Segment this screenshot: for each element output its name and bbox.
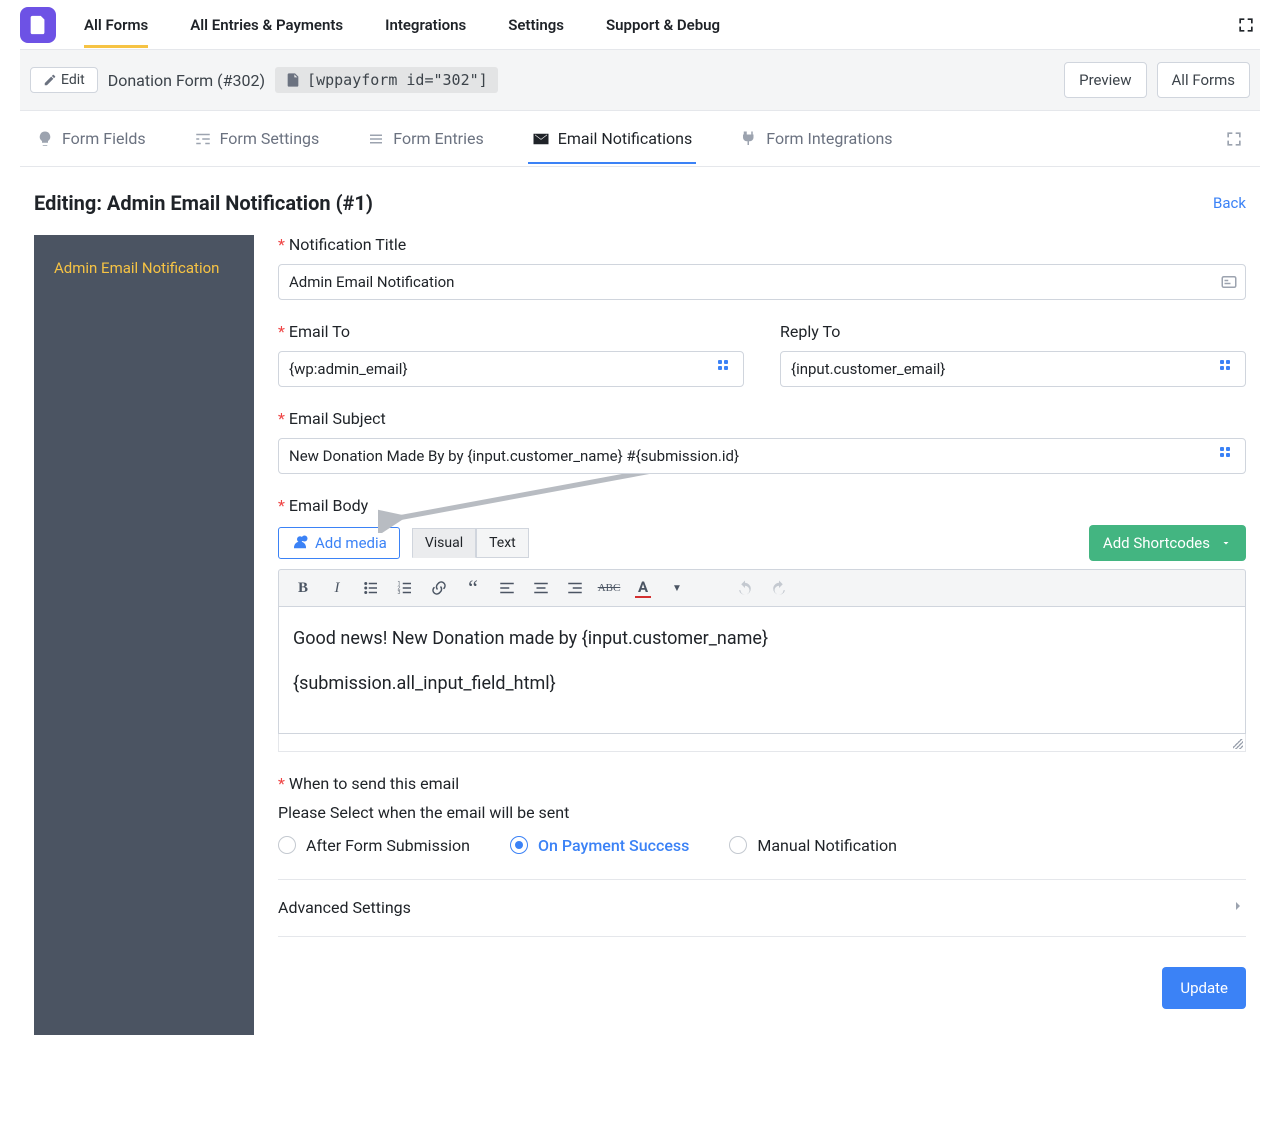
add-media-button[interactable]: Add media [278, 527, 400, 559]
align-right-button[interactable] [565, 578, 585, 598]
editor-resize-handle[interactable] [278, 734, 1246, 752]
top-tab-integrations[interactable]: Integrations [385, 2, 466, 48]
add-shortcodes-button[interactable]: Add Shortcodes [1089, 525, 1246, 561]
list-icon [367, 130, 385, 148]
editor-line: Good news! New Donation made by {input.c… [293, 625, 1231, 654]
radio-manual-notification[interactable]: Manual Notification [729, 836, 897, 855]
shortcode-text: [wppayform id="302"] [307, 71, 488, 89]
tab-label: Form Integrations [766, 129, 892, 148]
radio-label: On Payment Success [538, 836, 689, 855]
edit-button-label: Edit [61, 72, 85, 88]
label-email-body: Email Body [289, 496, 368, 515]
chevron-right-icon [1230, 898, 1246, 918]
link-button[interactable] [429, 578, 449, 598]
notifications-sidebar: Admin Email Notification [34, 235, 254, 1035]
when-helper-text: Please Select when the email will be sen… [278, 803, 1246, 822]
top-nav: All Forms All Entries & Payments Integra… [20, 0, 1260, 50]
tab-label: Form Fields [62, 129, 146, 148]
fullscreen-icon[interactable] [1224, 129, 1244, 149]
fullscreen-icon[interactable] [1236, 15, 1256, 35]
bold-button[interactable]: B [293, 578, 313, 598]
tab-form-integrations[interactable]: Form Integrations [736, 113, 896, 164]
media-icon [291, 534, 309, 552]
editor-tab-visual[interactable]: Visual [412, 528, 476, 558]
italic-button[interactable]: I [327, 578, 347, 598]
email-body-editor[interactable]: Good news! New Donation made by {input.c… [278, 607, 1246, 734]
radio-on-payment-success[interactable]: On Payment Success [510, 836, 689, 855]
label-when-to-send: When to send this email [289, 774, 459, 793]
app-logo [20, 7, 56, 43]
redo-button[interactable] [769, 578, 789, 598]
notification-form: *Notification Title *Email To [278, 235, 1246, 1035]
top-tab-all-forms[interactable]: All Forms [84, 2, 148, 48]
quote-button[interactable]: “ [463, 578, 483, 598]
add-shortcodes-label: Add Shortcodes [1103, 534, 1210, 552]
radio-label: Manual Notification [757, 836, 897, 855]
tab-form-settings[interactable]: Form Settings [190, 113, 324, 164]
document-icon [285, 72, 301, 88]
reply-to-input[interactable] [780, 351, 1246, 387]
sidebar-item-admin-email[interactable]: Admin Email Notification [34, 253, 254, 283]
shortcode-picker-icon[interactable] [1220, 447, 1238, 465]
tab-label: Form Settings [220, 129, 320, 148]
plug-icon [740, 130, 758, 148]
tab-label: Form Entries [393, 129, 483, 148]
editor-toolbar: B I 123 “ ABC A ▼ [278, 569, 1246, 607]
mail-icon [532, 130, 550, 148]
tab-label: Email Notifications [558, 129, 693, 148]
tab-form-entries[interactable]: Form Entries [363, 113, 487, 164]
advanced-settings-label: Advanced Settings [278, 898, 411, 917]
bullet-list-button[interactable] [361, 578, 381, 598]
lightbulb-icon [36, 130, 54, 148]
form-tabs: Form Fields Form Settings Form Entries E… [20, 111, 1260, 167]
all-forms-button[interactable]: All Forms [1157, 62, 1250, 98]
radio-label: After Form Submission [306, 836, 470, 855]
email-to-input[interactable] [278, 351, 744, 387]
align-left-button[interactable] [497, 578, 517, 598]
top-tab-entries-payments[interactable]: All Entries & Payments [190, 2, 343, 48]
svg-text:3: 3 [398, 590, 401, 596]
shortcode-chip[interactable]: [wppayform id="302"] [275, 67, 498, 93]
page-title: Editing: Admin Email Notification (#1) [34, 191, 373, 215]
label-email-to: Email To [289, 322, 350, 341]
notification-title-input[interactable] [278, 264, 1246, 300]
advanced-settings-toggle[interactable]: Advanced Settings [278, 879, 1246, 937]
top-tab-support-debug[interactable]: Support & Debug [606, 2, 720, 48]
text-color-dropdown[interactable]: ▼ [667, 578, 687, 598]
pencil-icon [43, 73, 57, 87]
shortcode-picker-icon[interactable] [718, 360, 736, 378]
align-center-button[interactable] [531, 578, 551, 598]
preview-button[interactable]: Preview [1064, 62, 1146, 98]
radio-after-submission[interactable]: After Form Submission [278, 836, 470, 855]
undo-button[interactable] [735, 578, 755, 598]
chevron-down-icon [1220, 537, 1232, 549]
back-link[interactable]: Back [1213, 194, 1246, 212]
label-email-subject: Email Subject [289, 409, 386, 428]
form-name-label: Donation Form (#302) [108, 71, 265, 90]
editor-line: {submission.all_input_field_html} [293, 670, 1231, 699]
top-tab-settings[interactable]: Settings [508, 2, 564, 48]
update-button[interactable]: Update [1162, 967, 1246, 1009]
strikethrough-button[interactable]: ABC [599, 578, 619, 598]
editor-tab-text[interactable]: Text [476, 528, 529, 558]
sliders-icon [194, 130, 212, 148]
text-color-button[interactable]: A [633, 578, 653, 598]
edit-form-button[interactable]: Edit [30, 67, 98, 93]
number-list-button[interactable]: 123 [395, 578, 415, 598]
form-subbar: Edit Donation Form (#302) [wppayform id=… [20, 50, 1260, 111]
label-reply-to: Reply To [780, 322, 840, 341]
label-notification-title: Notification Title [289, 235, 406, 254]
tab-form-fields[interactable]: Form Fields [32, 113, 150, 164]
tab-email-notifications[interactable]: Email Notifications [528, 113, 697, 164]
add-media-label: Add media [315, 534, 387, 552]
field-picker-icon[interactable] [1220, 273, 1238, 291]
email-subject-input[interactable] [278, 438, 1246, 474]
shortcode-picker-icon[interactable] [1220, 360, 1238, 378]
